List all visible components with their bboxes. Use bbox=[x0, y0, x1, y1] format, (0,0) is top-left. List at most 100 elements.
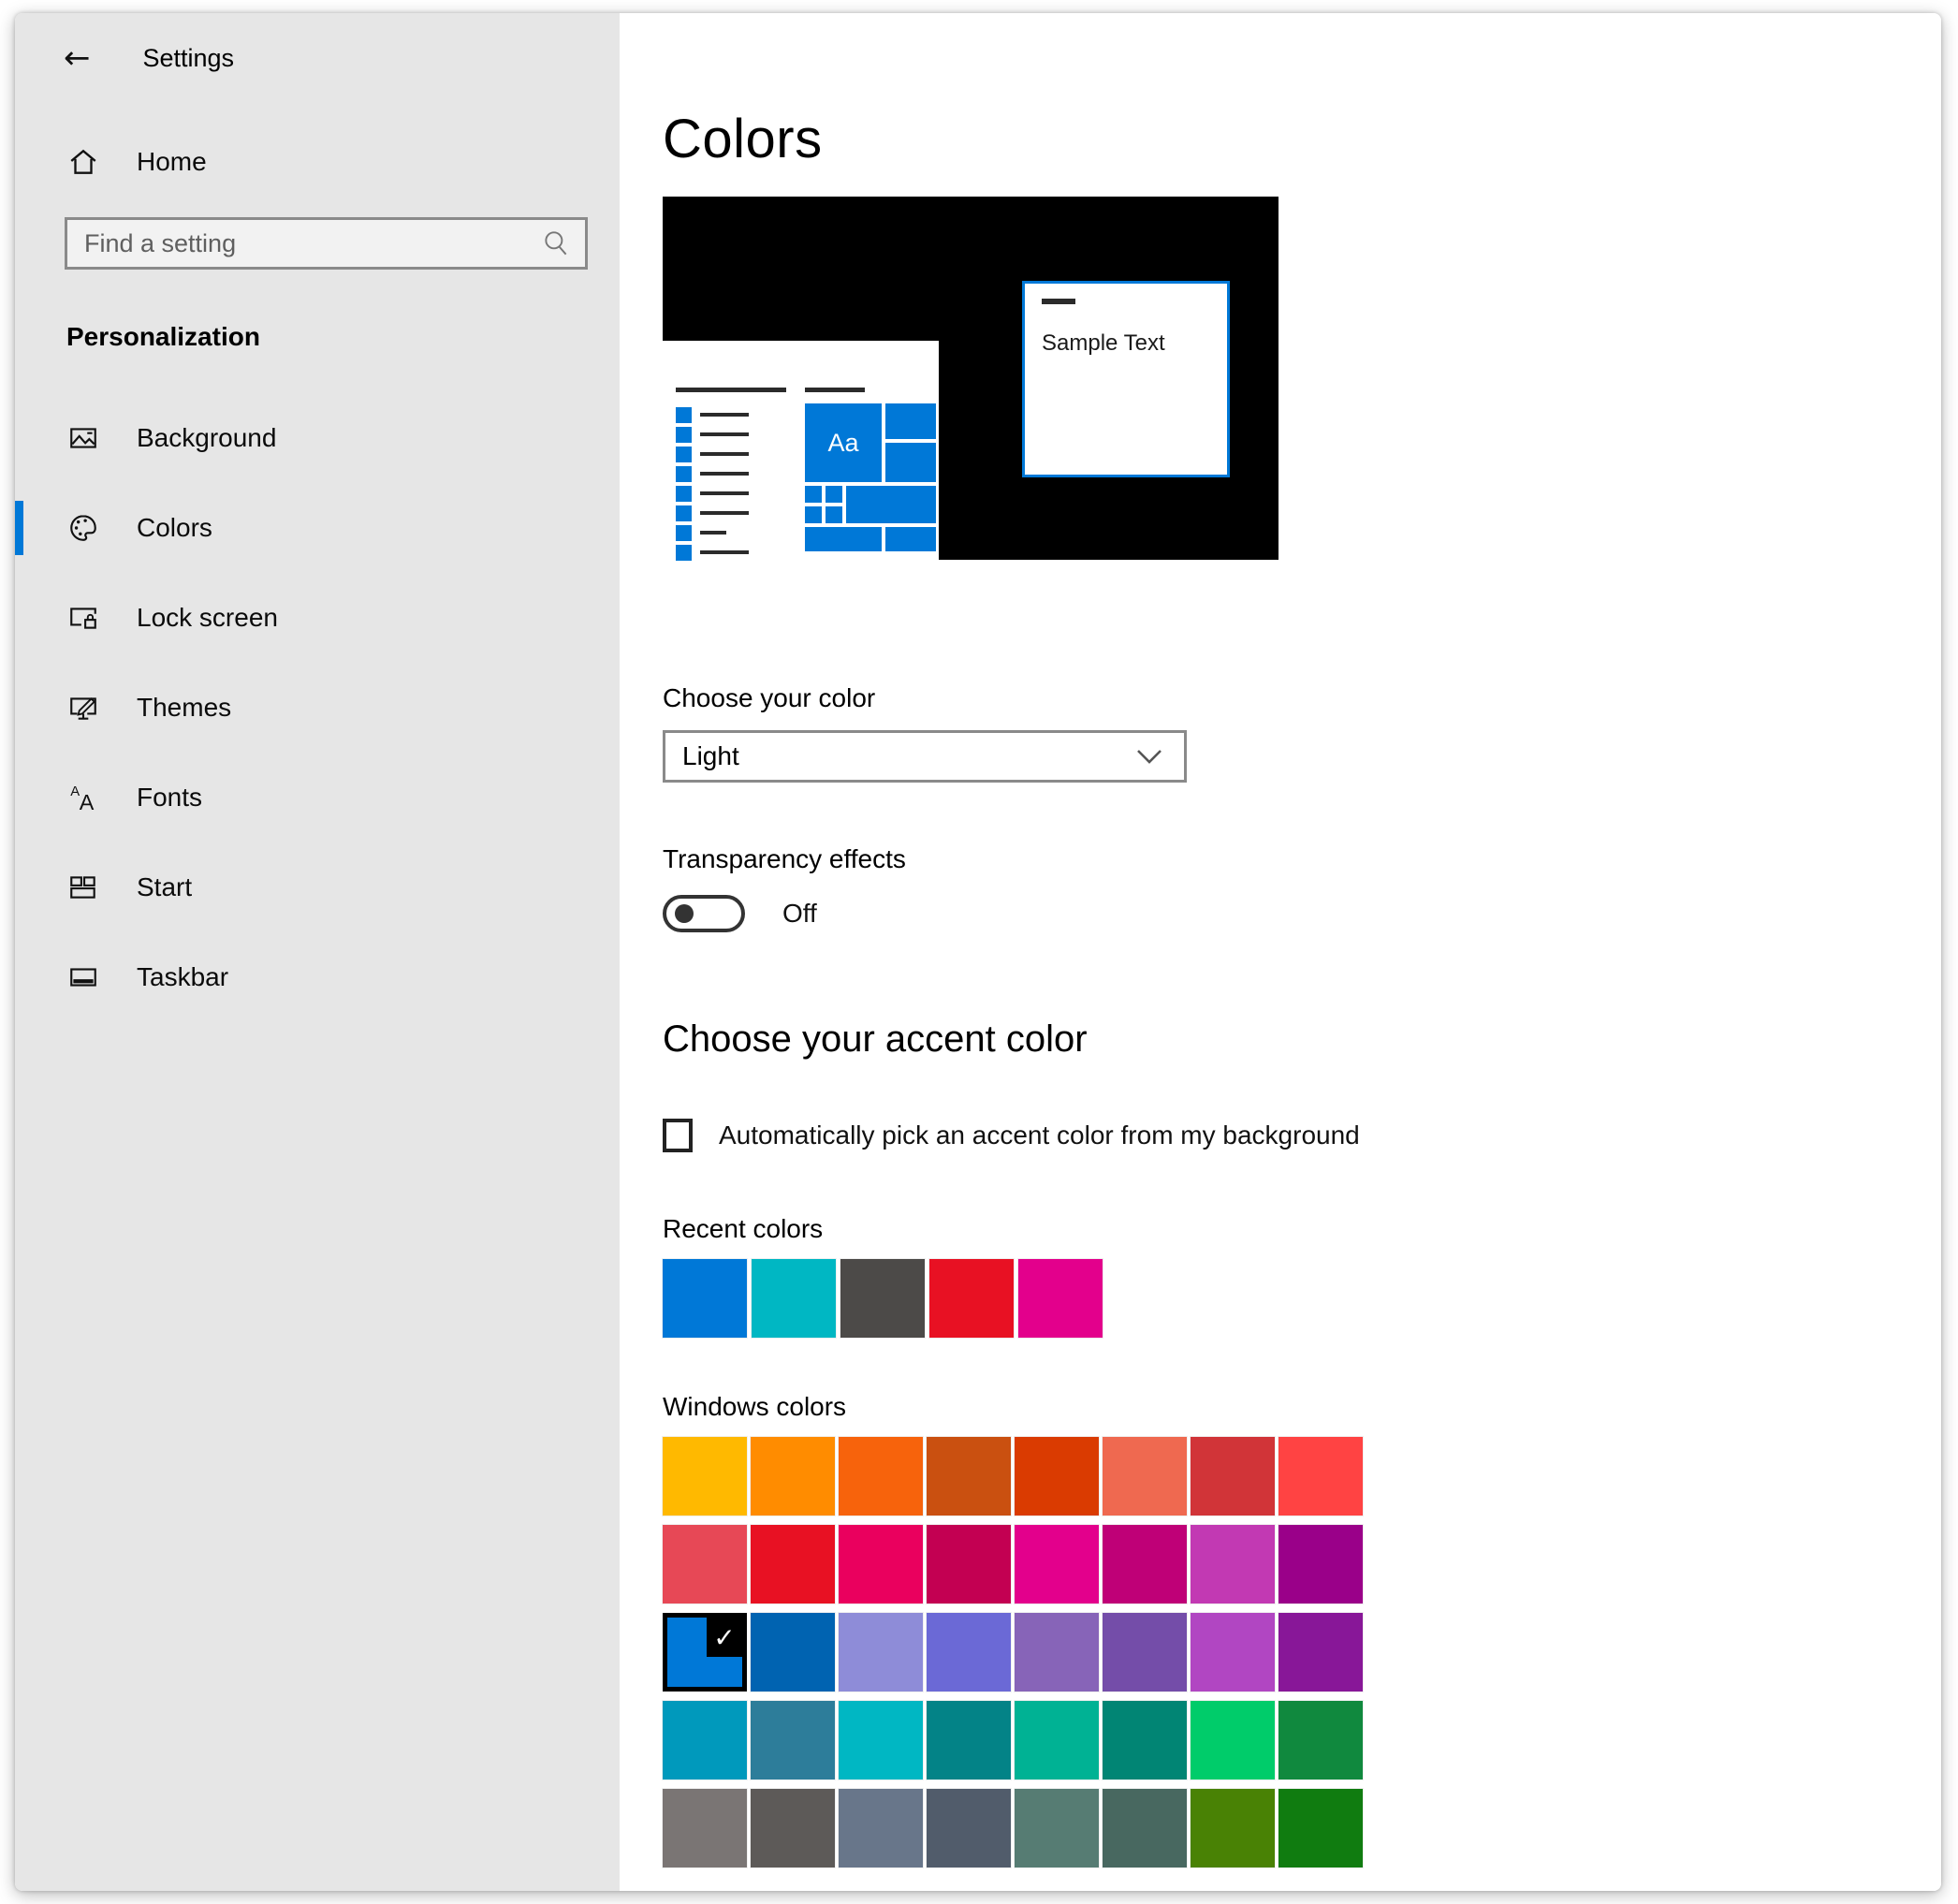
themes-icon bbox=[67, 692, 99, 724]
color-swatch[interactable] bbox=[839, 1437, 923, 1516]
color-swatch[interactable] bbox=[751, 1437, 835, 1516]
check-icon: ✓ bbox=[707, 1618, 742, 1657]
color-swatch[interactable] bbox=[752, 1259, 836, 1338]
page-title: Colors bbox=[663, 109, 1941, 170]
search-icon[interactable] bbox=[540, 227, 572, 259]
color-swatch[interactable] bbox=[927, 1789, 1011, 1867]
color-swatch[interactable] bbox=[751, 1613, 835, 1692]
color-swatch[interactable] bbox=[927, 1437, 1011, 1516]
color-swatch[interactable] bbox=[839, 1525, 923, 1604]
color-swatch[interactable] bbox=[1279, 1437, 1363, 1516]
svg-text:A: A bbox=[80, 790, 95, 813]
preview-tile-group: Aa bbox=[805, 388, 936, 561]
auto-accent-checkbox[interactable] bbox=[663, 1119, 693, 1152]
color-swatch[interactable] bbox=[1279, 1525, 1363, 1604]
color-swatch[interactable] bbox=[1103, 1789, 1187, 1867]
taskbar-icon bbox=[67, 961, 99, 993]
window-title: Settings bbox=[143, 44, 235, 73]
color-swatch[interactable] bbox=[1015, 1525, 1099, 1604]
search-input[interactable] bbox=[67, 229, 585, 258]
sidebar-item-label: Themes bbox=[137, 693, 231, 723]
lock-screen-icon bbox=[67, 602, 99, 634]
settings-window: ← Settings Home Personalization bbox=[15, 13, 1941, 1891]
color-swatch[interactable] bbox=[927, 1701, 1011, 1780]
color-swatch[interactable] bbox=[1279, 1701, 1363, 1780]
svg-text:A: A bbox=[70, 784, 80, 799]
color-swatch[interactable] bbox=[1279, 1789, 1363, 1867]
theme-preview: Aa Sample Text bbox=[663, 197, 1279, 560]
color-swatch[interactable] bbox=[1191, 1789, 1275, 1867]
color-swatch[interactable] bbox=[751, 1789, 835, 1867]
color-swatch[interactable] bbox=[839, 1701, 923, 1780]
image-icon bbox=[67, 422, 99, 454]
color-swatch[interactable] bbox=[927, 1525, 1011, 1604]
home-icon bbox=[67, 146, 99, 178]
color-swatch[interactable] bbox=[1018, 1259, 1103, 1338]
color-swatch[interactable] bbox=[840, 1259, 925, 1338]
sidebar-item-colors[interactable]: Colors bbox=[15, 483, 620, 573]
sidebar-nav-list: Background Colors Lock screen bbox=[15, 393, 620, 1022]
color-swatch[interactable] bbox=[1191, 1525, 1275, 1604]
color-swatch[interactable] bbox=[1103, 1701, 1187, 1780]
preview-light-panel: Aa bbox=[663, 341, 939, 560]
sidebar-item-label: Colors bbox=[137, 513, 212, 543]
sidebar-item-home[interactable]: Home bbox=[15, 146, 620, 178]
color-swatch[interactable] bbox=[839, 1789, 923, 1867]
palette-icon bbox=[67, 512, 99, 544]
preview-sample-text: Sample Text bbox=[1042, 330, 1227, 357]
titlebar: ← Settings bbox=[15, 13, 620, 75]
toggle-knob bbox=[675, 904, 694, 923]
color-swatch[interactable] bbox=[1103, 1613, 1187, 1692]
color-mode-dropdown[interactable]: Light bbox=[663, 730, 1187, 783]
recent-colors-row bbox=[663, 1259, 1941, 1338]
back-button[interactable]: ← bbox=[64, 41, 91, 75]
color-swatch[interactable] bbox=[663, 1437, 747, 1516]
transparency-toggle[interactable] bbox=[663, 895, 745, 932]
color-swatch-selected[interactable]: ✓ bbox=[663, 1613, 747, 1692]
color-swatch[interactable] bbox=[1015, 1789, 1099, 1867]
color-swatch[interactable] bbox=[927, 1613, 1011, 1692]
color-swatch[interactable] bbox=[751, 1701, 835, 1780]
windows-colors-grid: ✓ bbox=[663, 1437, 1363, 1867]
sidebar-item-label: Background bbox=[137, 423, 276, 453]
sidebar: ← Settings Home Personalization bbox=[15, 13, 620, 1891]
sidebar-item-label: Home bbox=[137, 147, 207, 177]
color-swatch[interactable] bbox=[1191, 1613, 1275, 1692]
auto-accent-row: Automatically pick an accent color from … bbox=[663, 1119, 1941, 1152]
chevron-down-icon bbox=[1135, 747, 1163, 766]
color-swatch[interactable] bbox=[1015, 1613, 1099, 1692]
color-swatch[interactable] bbox=[663, 1701, 747, 1780]
fonts-icon: A A bbox=[67, 782, 99, 813]
color-swatch[interactable] bbox=[663, 1789, 747, 1867]
color-swatch[interactable] bbox=[1191, 1701, 1275, 1780]
start-icon bbox=[67, 871, 99, 903]
color-swatch[interactable] bbox=[751, 1525, 835, 1604]
color-swatch[interactable] bbox=[929, 1259, 1014, 1338]
preview-aa-tile: Aa bbox=[805, 403, 882, 482]
sidebar-item-lock-screen[interactable]: Lock screen bbox=[15, 573, 620, 663]
color-swatch[interactable] bbox=[1015, 1701, 1099, 1780]
color-swatch[interactable] bbox=[839, 1613, 923, 1692]
sidebar-item-taskbar[interactable]: Taskbar bbox=[15, 932, 620, 1022]
color-swatch[interactable] bbox=[1103, 1525, 1187, 1604]
sidebar-item-background[interactable]: Background bbox=[15, 393, 620, 483]
main-content: Colors Aa bbox=[620, 13, 1941, 1891]
sidebar-item-fonts[interactable]: A A Fonts bbox=[15, 753, 620, 842]
color-swatch[interactable] bbox=[1103, 1437, 1187, 1516]
sidebar-section-label: Personalization bbox=[15, 322, 620, 352]
color-swatch[interactable] bbox=[663, 1525, 747, 1604]
color-swatch[interactable] bbox=[1015, 1437, 1099, 1516]
windows-colors-label: Windows colors bbox=[663, 1392, 1941, 1422]
color-swatch[interactable] bbox=[663, 1259, 747, 1338]
accent-section-heading: Choose your accent color bbox=[663, 1018, 1941, 1061]
sidebar-item-label: Fonts bbox=[137, 783, 202, 813]
color-mode-value: Light bbox=[665, 741, 739, 771]
color-swatch[interactable] bbox=[1191, 1437, 1275, 1516]
sidebar-item-start[interactable]: Start bbox=[15, 842, 620, 932]
preview-start-list bbox=[676, 388, 788, 563]
sidebar-item-themes[interactable]: Themes bbox=[15, 663, 620, 753]
sidebar-item-label: Start bbox=[137, 872, 192, 902]
preview-sample-window: Sample Text bbox=[1022, 281, 1230, 477]
color-swatch[interactable] bbox=[1279, 1613, 1363, 1692]
choose-color-label: Choose your color bbox=[663, 683, 1941, 713]
